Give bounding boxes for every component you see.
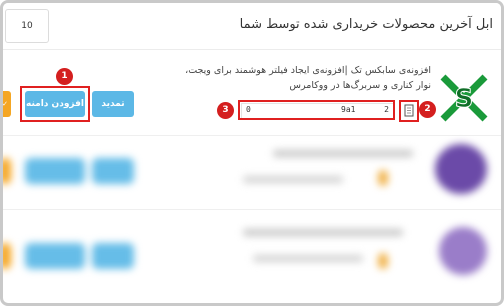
blurred-title (273, 150, 413, 157)
highlight-copy-icon (399, 100, 419, 122)
blurred-button (25, 158, 85, 184)
highlight-license-field (238, 100, 395, 120)
blurred-product-row (3, 215, 501, 285)
extra-action-button[interactable]: ✓ (3, 91, 11, 117)
blurred-title (243, 229, 403, 236)
step-marker-2: 2 (419, 101, 436, 118)
blurred-button (92, 243, 134, 269)
page-size-select[interactable]: 10 (5, 9, 49, 43)
row-divider (3, 209, 501, 210)
renew-button[interactable]: تمدید (92, 91, 134, 117)
blurred-product-row (3, 138, 501, 200)
highlight-add-domain (20, 86, 90, 122)
svg-text:S: S (455, 84, 474, 114)
step-marker-1: 1 (56, 68, 73, 85)
blurred-button (3, 158, 11, 184)
blurred-field (253, 255, 363, 262)
blurred-badge (378, 253, 388, 269)
blurred-field (243, 176, 343, 183)
section-header: ابل آخرین محصولات خریداری شده توسط شما 1… (3, 3, 501, 50)
product-thumbnail (435, 144, 487, 194)
section-title: ابل آخرین محصولات خریداری شده توسط شما (239, 17, 493, 32)
product-thumbnail (439, 227, 487, 275)
sabox-logo-icon: S (440, 74, 488, 122)
window: ابل آخرین محصولات خریداری شده توسط شما 1… (0, 0, 504, 306)
blurred-badge (378, 170, 388, 186)
step-marker-3: 3 (217, 102, 234, 119)
blurred-button (25, 243, 85, 269)
row-divider (3, 135, 501, 136)
blurred-button (3, 243, 11, 269)
product-description: افزونه‌ی سابکس تک |افزونه‌ی ایجاد فیلتر … (185, 65, 431, 91)
blurred-button (92, 158, 134, 184)
